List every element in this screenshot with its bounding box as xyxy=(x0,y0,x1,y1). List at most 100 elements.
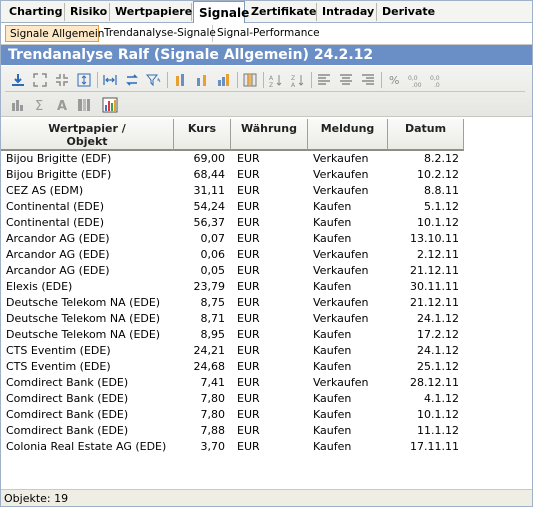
signals-table: Wertpapier / Objekt Kurs Währung Meldung… xyxy=(1,117,532,489)
table-row[interactable]: Comdirect Bank (EDE) 7,80 EUR Kaufen 10.1.12 xyxy=(1,407,532,423)
percent-icon[interactable]: % xyxy=(385,71,403,89)
svg-text:0,0: 0,0 xyxy=(430,75,440,82)
cell-waehrung: EUR xyxy=(237,312,260,325)
cell-waehrung: EUR xyxy=(237,344,260,357)
filter-icon[interactable] xyxy=(145,71,163,89)
cell-datum: 17.2.12 xyxy=(417,328,459,341)
grid-icon[interactable] xyxy=(241,71,259,89)
sort-descending-icon[interactable]: ZA xyxy=(289,71,307,89)
table-row[interactable]: Continental (EDE) 56,37 EUR Kaufen 10.1.12 xyxy=(1,215,532,231)
column-header-meldung[interactable]: Meldung xyxy=(308,119,388,151)
column-chart-icon[interactable] xyxy=(9,96,27,114)
cell-datum: 10.1.12 xyxy=(417,216,459,229)
subtab-trendanalyse-signale[interactable]: Trendanalyse-Signale xyxy=(100,25,216,42)
cell-wertpapier: Arcandor AG (EDE) xyxy=(6,264,110,277)
page-title: Trendanalyse Ralf (Signale Allgemein) 24… xyxy=(1,45,532,65)
tab-intraday[interactable]: Intraday xyxy=(317,3,377,21)
chart-icon[interactable] xyxy=(101,96,119,114)
align-right-icon[interactable] xyxy=(359,71,377,89)
svg-text:A: A xyxy=(269,75,274,82)
cell-datum: 28.12.11 xyxy=(410,376,459,389)
cell-wertpapier: Comdirect Bank (EDE) xyxy=(6,376,129,389)
table-row[interactable]: Comdirect Bank (EDE) 7,80 EUR Kaufen 4.1.12 xyxy=(1,391,532,407)
collapse-icon[interactable] xyxy=(53,71,71,89)
cell-wertpapier: CEZ AS (EDM) xyxy=(6,184,84,197)
tab-zertifikate[interactable]: Zertifikate xyxy=(246,3,317,21)
cell-kurs: 0,05 xyxy=(200,264,226,277)
table-row[interactable]: Arcandor AG (EDE) 0,07 EUR Kaufen 13.10.11 xyxy=(1,231,532,247)
column-header-kurs[interactable]: Kurs xyxy=(174,119,231,151)
cell-wertpapier: Colonia Real Estate AG (EDE) xyxy=(6,440,166,453)
font-icon[interactable]: A xyxy=(53,96,71,114)
bar-left-icon[interactable] xyxy=(171,71,189,89)
cell-meldung: Verkaufen xyxy=(313,168,369,181)
bar-center-icon[interactable] xyxy=(193,71,211,89)
decimal-decrease-icon[interactable]: 0,0.0 xyxy=(429,71,447,89)
cell-datum: 8.8.11 xyxy=(424,184,459,197)
cell-datum: 17.11.11 xyxy=(410,440,459,453)
cell-wertpapier: Arcandor AG (EDE) xyxy=(6,248,110,261)
table-row[interactable]: Deutsche Telekom NA (EDE) 8,75 EUR Verkaufe… xyxy=(1,295,532,311)
cell-waehrung: EUR xyxy=(237,280,260,293)
column-layout-icon[interactable] xyxy=(75,96,93,114)
tab-wertpapiere[interactable]: Wertpapiere xyxy=(110,3,192,21)
table-row[interactable]: Deutsche Telekom NA (EDE) 8,71 EUR Verkaufe… xyxy=(1,311,532,327)
toolbar-row-divider xyxy=(5,91,525,92)
table-row[interactable]: Colonia Real Estate AG (EDE) 3,70 EUR Kaufe… xyxy=(1,439,532,455)
cell-wertpapier: Elexis (EDE) xyxy=(6,280,73,293)
subtab-signale-allgemein[interactable]: Signale Allgemein xyxy=(5,25,104,42)
subtab-signal-performance[interactable]: Signal-Performance xyxy=(213,25,320,42)
table-row[interactable]: CTS Eventim (EDE) 24,21 EUR Kaufen 24.1.12 xyxy=(1,343,532,359)
fit-height-icon[interactable] xyxy=(75,71,93,89)
svg-text:%: % xyxy=(389,74,399,87)
tab-risiko[interactable]: Risiko xyxy=(65,3,110,21)
column-header-wertpapier[interactable]: Wertpapier / Objekt xyxy=(1,119,174,151)
cell-datum: 5.1.12 xyxy=(424,200,459,213)
table-row[interactable]: Comdirect Bank (EDE) 7,41 EUR Verkaufen 28.1… xyxy=(1,375,532,391)
svg-text:A: A xyxy=(291,82,296,88)
table-row[interactable]: Elexis (EDE) 23,79 EUR Kaufen 30.11.11 xyxy=(1,279,532,295)
expand-icon[interactable] xyxy=(31,71,49,89)
column-header-wertpapier-line2: Objekt xyxy=(66,135,108,148)
cell-datum: 25.1.12 xyxy=(417,360,459,373)
cell-meldung: Verkaufen xyxy=(313,184,369,197)
tab-charting[interactable]: Charting xyxy=(4,3,65,21)
column-header-datum[interactable]: Datum xyxy=(388,119,464,151)
table-row[interactable]: Arcandor AG (EDE) 0,06 EUR Verkaufen 2.12.11 xyxy=(1,247,532,263)
sort-ascending-icon[interactable]: AZ xyxy=(267,71,285,89)
table-row[interactable]: Bijou Brigitte (EDF) 69,00 EUR Verkaufen 8.2… xyxy=(1,151,532,167)
export-icon[interactable] xyxy=(9,71,27,89)
toolbar-separator xyxy=(97,72,98,88)
fit-width-icon[interactable] xyxy=(101,71,119,89)
cell-meldung: Kaufen xyxy=(313,344,352,357)
cell-wertpapier: Bijou Brigitte (EDF) xyxy=(6,168,112,181)
decimal-increase-icon[interactable]: 0,0.00 xyxy=(407,71,425,89)
cell-datum: 24.1.12 xyxy=(417,312,459,325)
table-row[interactable]: Deutsche Telekom NA (EDE) 8,95 EUR Kaufen 17… xyxy=(1,327,532,343)
align-left-icon[interactable] xyxy=(315,71,333,89)
cell-waehrung: EUR xyxy=(237,168,260,181)
align-center-icon[interactable] xyxy=(337,71,355,89)
table-row[interactable]: Arcandor AG (EDE) 0,05 EUR Verkaufen 21.12.1… xyxy=(1,263,532,279)
table-row[interactable]: Bijou Brigitte (EDF) 68,44 EUR Verkaufen 10.… xyxy=(1,167,532,183)
tab-derivate[interactable]: Derivate xyxy=(377,3,439,21)
toolbar-separator xyxy=(237,72,238,88)
table-row[interactable]: Comdirect Bank (EDE) 7,88 EUR Kaufen 11.1.12 xyxy=(1,423,532,439)
cell-kurs: 7,88 xyxy=(200,424,226,437)
tab-signale[interactable]: Signale xyxy=(193,1,249,23)
cell-waehrung: EUR xyxy=(237,264,260,277)
table-row[interactable]: CTS Eventim (EDE) 24,68 EUR Kaufen 25.1.12 xyxy=(1,359,532,375)
cell-datum: 30.11.11 xyxy=(410,280,459,293)
cell-wertpapier: Continental (EDE) xyxy=(6,216,105,229)
cell-meldung: Kaufen xyxy=(313,216,352,229)
cell-kurs: 0,07 xyxy=(200,232,226,245)
swap-icon[interactable] xyxy=(123,71,141,89)
app-window: Charting Risiko Wertpapiere Signale Zert… xyxy=(0,0,533,507)
cell-waehrung: EUR xyxy=(237,216,260,229)
column-header-waehrung[interactable]: Währung xyxy=(231,119,308,151)
table-row[interactable]: CEZ AS (EDM) 31,11 EUR Verkaufen 8.8.11 xyxy=(1,183,532,199)
cell-waehrung: EUR xyxy=(237,184,260,197)
table-row[interactable]: Continental (EDE) 54,24 EUR Kaufen 5.1.12 xyxy=(1,199,532,215)
bar-chart-icon[interactable] xyxy=(215,71,233,89)
sum-icon[interactable]: Σ xyxy=(31,96,49,114)
